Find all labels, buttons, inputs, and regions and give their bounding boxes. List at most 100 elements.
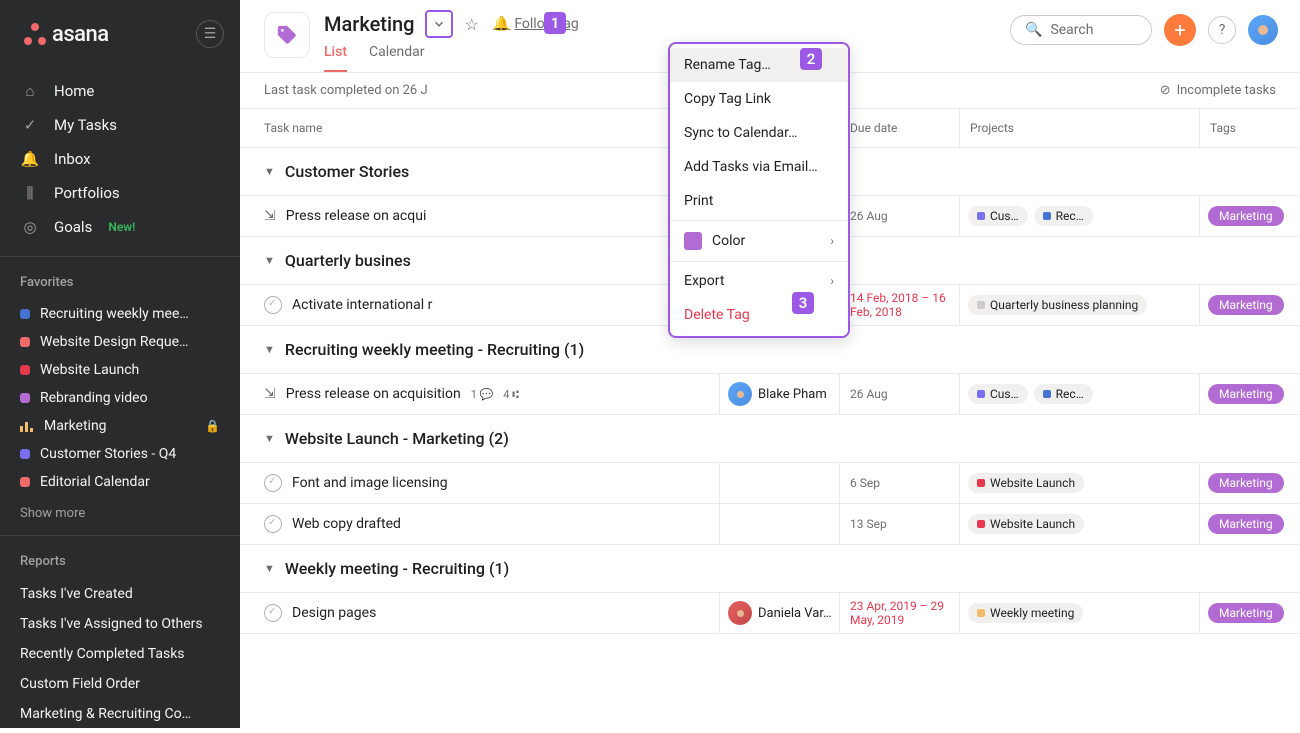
sidebar-favorite-item[interactable]: Recruiting weekly mee… [0, 300, 240, 328]
report-item[interactable]: Tasks I've Assigned to Others [0, 609, 240, 639]
nav-goals[interactable]: ◎GoalsNew! [0, 210, 240, 244]
project-pill[interactable]: Rec… [1034, 384, 1093, 404]
due-date[interactable]: 26 Aug [840, 196, 960, 236]
sidebar-favorite-item[interactable]: Website Design Reque… [0, 328, 240, 356]
menu-add-via-email[interactable]: Add Tasks via Email… [670, 150, 848, 184]
menu-sync-calendar[interactable]: Sync to Calendar… [670, 116, 848, 150]
search-icon: 🔍 [1025, 22, 1042, 38]
incomplete-tasks-filter[interactable]: ⊘Incomplete tasks [1160, 83, 1276, 98]
complete-toggle-icon[interactable] [264, 296, 282, 314]
complete-toggle-icon[interactable] [264, 604, 282, 622]
due-date[interactable]: 14 Feb, 2018 – 16 Feb, 2018 [840, 285, 960, 325]
menu-delete-tag[interactable]: Delete Tag [670, 298, 848, 332]
task-row[interactable]: ⇲Press release on acquisition1 💬4 ⑆Blake… [240, 374, 1300, 415]
tag-actions-dropdown-button[interactable] [425, 10, 453, 38]
report-item[interactable]: Custom Field Order [0, 669, 240, 699]
logo[interactable]: asana [24, 22, 109, 47]
col-task-name[interactable]: Task name [240, 109, 720, 147]
tag-pill[interactable]: Marketing [1208, 206, 1284, 226]
sidebar-favorite-item[interactable]: Editorial Calendar [0, 468, 240, 496]
show-more-button[interactable]: Show more [0, 496, 240, 531]
project-pill[interactable]: Cus… [968, 206, 1028, 226]
col-projects[interactable]: Projects [960, 109, 1200, 147]
favorites-heading: Favorites [0, 271, 240, 300]
project-pill[interactable]: Website Launch [968, 514, 1084, 534]
project-pill[interactable]: Quarterly business planning [968, 295, 1147, 315]
section-header[interactable]: ▼Website Launch - Marketing (2) [240, 415, 1300, 463]
subtask-icon[interactable]: ⇲ [264, 386, 276, 402]
help-button[interactable]: ? [1208, 16, 1236, 44]
subtask-icon[interactable]: ⇲ [264, 208, 276, 224]
user-avatar[interactable] [1248, 15, 1278, 45]
due-date[interactable]: 6 Sep [840, 463, 960, 503]
bar-chart-icon [20, 420, 34, 432]
tab-calendar[interactable]: Calendar [369, 44, 425, 72]
collapse-icon: ▼ [264, 165, 275, 178]
sidebar-favorite-item[interactable]: Website Launch [0, 356, 240, 384]
global-add-button[interactable]: + [1164, 14, 1196, 46]
nav-inbox[interactable]: 🔔Inbox [0, 142, 240, 176]
section-title: Customer Stories [285, 162, 409, 181]
due-date[interactable]: 13 Sep [840, 504, 960, 544]
favorite-label: Website Design Reque… [40, 334, 220, 350]
nav-portfolios[interactable]: ⫼Portfolios [0, 176, 240, 210]
col-due-date[interactable]: Due date [840, 109, 960, 147]
complete-toggle-icon[interactable] [264, 515, 282, 533]
due-date[interactable]: 23 Apr, 2019 – 29 May, 2019 [840, 593, 960, 633]
project-color-icon [20, 477, 30, 487]
project-pill[interactable]: Weekly meeting [968, 603, 1083, 623]
complete-toggle-icon[interactable] [264, 474, 282, 492]
tag-icon [276, 24, 298, 46]
tag-pill[interactable]: Marketing [1208, 603, 1284, 623]
home-icon: ⌂ [20, 82, 40, 100]
task-row[interactable]: Design pagesDaniela Var…23 Apr, 2019 – 2… [240, 593, 1300, 634]
favorite-star-button[interactable]: ☆ [461, 11, 483, 38]
tag-pill[interactable]: Marketing [1208, 295, 1284, 315]
task-row[interactable]: Web copy drafted13 SepWebsite LaunchMark… [240, 504, 1300, 545]
main-content: Marketing ☆ 🔔Follow tag List Calendar [240, 0, 1300, 728]
project-pill[interactable]: Website Launch [968, 473, 1084, 493]
check-circle-outline-icon: ⊘ [1160, 83, 1171, 98]
callout-1: 1 [544, 12, 566, 34]
due-date[interactable]: 26 Aug [840, 374, 960, 414]
chevron-down-icon [432, 17, 446, 31]
primary-nav: ⌂Home ✓My Tasks 🔔Inbox ⫼Portfolios ◎Goal… [0, 56, 240, 256]
menu-color[interactable]: Color › [670, 223, 848, 259]
report-item[interactable]: Marketing & Recruiting Co… [0, 699, 240, 729]
section-title: Weekly meeting - Recruiting (1) [285, 559, 509, 578]
chevron-right-icon: › [830, 234, 834, 248]
report-item[interactable]: Tasks I've Created [0, 579, 240, 609]
col-tags[interactable]: Tags [1200, 109, 1300, 147]
tag-icon-box[interactable] [264, 12, 310, 58]
tab-list[interactable]: List [324, 44, 347, 72]
sidebar-favorite-item[interactable]: Rebranding video [0, 384, 240, 412]
nav-my-tasks[interactable]: ✓My Tasks [0, 108, 240, 142]
callout-3: 3 [792, 292, 814, 314]
favorite-label: Customer Stories - Q4 [40, 446, 220, 462]
section-header[interactable]: ▼Weekly meeting - Recruiting (1) [240, 545, 1300, 593]
sidebar-favorite-item[interactable]: Marketing 🔒 [0, 412, 240, 440]
lock-icon: 🔒 [205, 419, 220, 433]
task-name: Font and image licensing [292, 475, 448, 491]
task-name: Press release on acqui [286, 208, 427, 224]
collapse-icon: ▼ [264, 432, 275, 445]
tag-pill[interactable]: Marketing [1208, 473, 1284, 493]
collapse-sidebar-button[interactable]: ☰ [196, 20, 224, 48]
project-pill[interactable]: Rec… [1034, 206, 1093, 226]
menu-print[interactable]: Print [670, 184, 848, 218]
project-color-icon [20, 337, 30, 347]
report-item[interactable]: Recently Completed Tasks [0, 639, 240, 669]
tag-pill[interactable]: Marketing [1208, 514, 1284, 534]
menu-copy-tag-link[interactable]: Copy Tag Link [670, 82, 848, 116]
favorite-label: Marketing [44, 418, 195, 434]
sidebar-favorite-item[interactable]: Customer Stories - Q4 [0, 440, 240, 468]
brand-name: asana [52, 22, 109, 47]
project-pill[interactable]: Cus… [968, 384, 1028, 404]
tag-pill[interactable]: Marketing [1208, 384, 1284, 404]
nav-home[interactable]: ⌂Home [0, 74, 240, 108]
menu-export[interactable]: Export› [670, 264, 848, 298]
search-input[interactable]: 🔍 Search [1010, 15, 1152, 45]
task-row[interactable]: Font and image licensing 6 Sep Website Lau… [240, 463, 1300, 504]
assignee-avatar [728, 601, 752, 625]
assignee-avatar [728, 382, 752, 406]
